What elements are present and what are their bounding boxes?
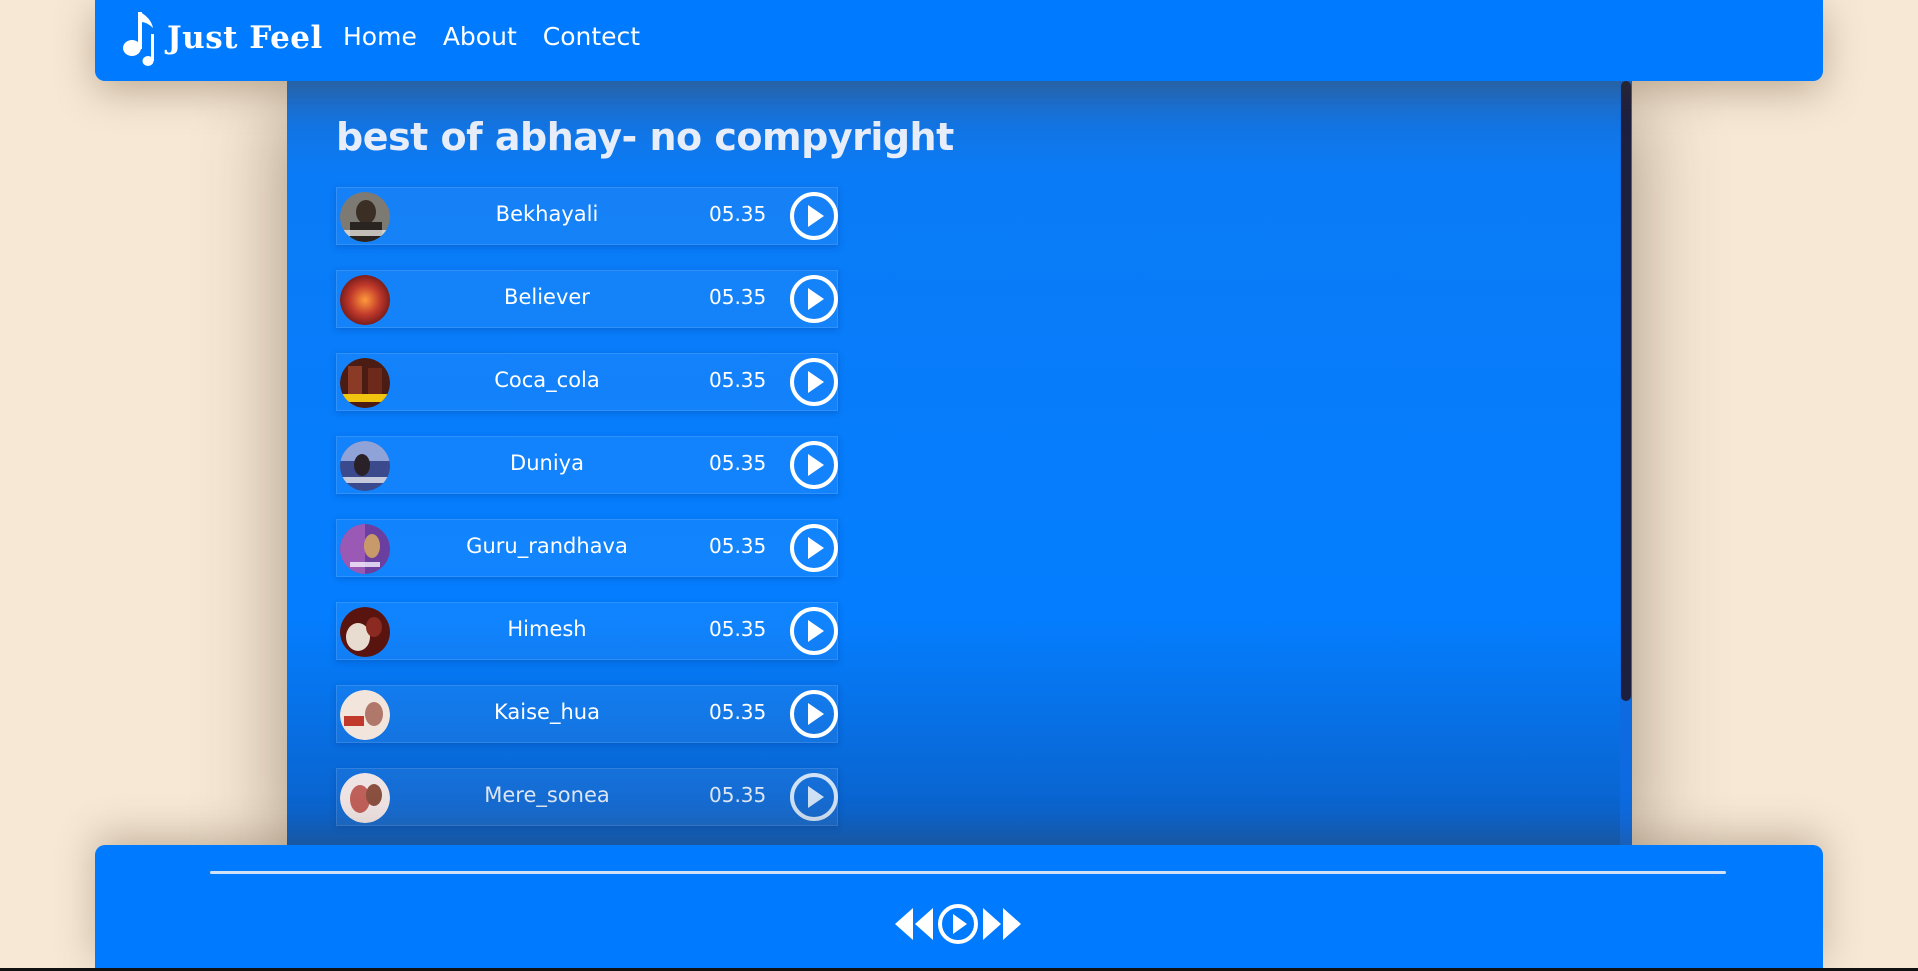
play-circle-icon [790, 773, 838, 821]
song-item[interactable]: Duniya 05.35 [336, 436, 838, 494]
forward-icon [983, 908, 1021, 940]
song-thumbnail [340, 773, 390, 823]
playlist-panel: best of abhay- no compyright Bekhayali 0… [287, 81, 1632, 846]
backward-icon [895, 908, 933, 940]
backward-button[interactable] [893, 906, 935, 946]
play-pause-button[interactable] [937, 903, 979, 949]
scrollbar-thumb[interactable] [1621, 81, 1631, 701]
play-button[interactable] [789, 191, 839, 241]
top-navbar: Just Feel Home About Contect [95, 0, 1823, 81]
song-name: Kaise_hua [494, 700, 600, 724]
song-name: Himesh [507, 617, 587, 641]
song-item[interactable]: Mere_sonea 05.35 [336, 768, 838, 826]
playlist-title: best of abhay- no compyright [336, 115, 954, 159]
nav-about-link[interactable]: About [443, 22, 517, 51]
play-button[interactable] [789, 523, 839, 573]
song-duration: 05.35 [709, 451, 767, 475]
song-list: Bekhayali 05.35 Believer 05.35 Coca_cola… [336, 187, 838, 846]
song-thumbnail [340, 607, 390, 657]
song-duration: 05.35 [709, 617, 767, 641]
song-duration: 05.35 [709, 368, 767, 392]
play-button[interactable] [789, 606, 839, 656]
song-name: Guru_randhava [466, 534, 628, 558]
brand-name: Just Feel [167, 20, 323, 56]
nav-links: Home About Contect [343, 22, 640, 51]
song-thumbnail [340, 441, 390, 491]
song-name: Believer [504, 285, 590, 309]
song-thumbnail [340, 690, 390, 740]
song-duration: 05.35 [709, 783, 767, 807]
song-name: Coca_cola [494, 368, 600, 392]
song-name: Bekhayali [495, 202, 599, 226]
song-name: Mere_sonea [484, 783, 610, 807]
song-item[interactable]: Guru_randhava 05.35 [336, 519, 838, 577]
song-duration: 05.35 [709, 534, 767, 558]
play-button[interactable] [789, 689, 839, 739]
play-circle-icon [790, 192, 838, 240]
song-duration: 05.35 [709, 700, 767, 724]
nav-home-link[interactable]: Home [343, 22, 417, 51]
song-thumbnail [340, 192, 390, 242]
nav-contact-link[interactable]: Contect [543, 22, 640, 51]
song-duration: 05.35 [709, 202, 767, 226]
play-button[interactable] [789, 357, 839, 407]
song-item[interactable]: Coca_cola 05.35 [336, 353, 838, 411]
play-button[interactable] [789, 772, 839, 822]
scrollbar[interactable] [1620, 81, 1632, 846]
play-circle-icon [790, 524, 838, 572]
play-circle-icon [790, 275, 838, 323]
play-button[interactable] [789, 274, 839, 324]
play-circle-icon [790, 358, 838, 406]
play-button[interactable] [789, 440, 839, 490]
music-note-icon [121, 6, 163, 70]
play-circle-icon [790, 607, 838, 655]
progress-bar[interactable] [210, 871, 1726, 874]
song-duration: 05.35 [709, 285, 767, 309]
player-controls [893, 903, 1023, 949]
song-item[interactable]: Kaise_hua 05.35 [336, 685, 838, 743]
song-item[interactable]: Bekhayali 05.35 [336, 187, 838, 245]
song-thumbnail [340, 524, 390, 574]
forward-button[interactable] [981, 906, 1023, 946]
song-thumbnail [340, 275, 390, 325]
play-circle-icon [790, 690, 838, 738]
play-icon [938, 904, 978, 944]
song-item[interactable]: Himesh 05.35 [336, 602, 838, 660]
player-bar [95, 845, 1823, 971]
song-thumbnail [340, 358, 390, 408]
play-circle-icon [790, 441, 838, 489]
song-name: Duniya [510, 451, 584, 475]
brand-logo[interactable]: Just Feel [121, 8, 323, 68]
song-item[interactable]: Believer 05.35 [336, 270, 838, 328]
